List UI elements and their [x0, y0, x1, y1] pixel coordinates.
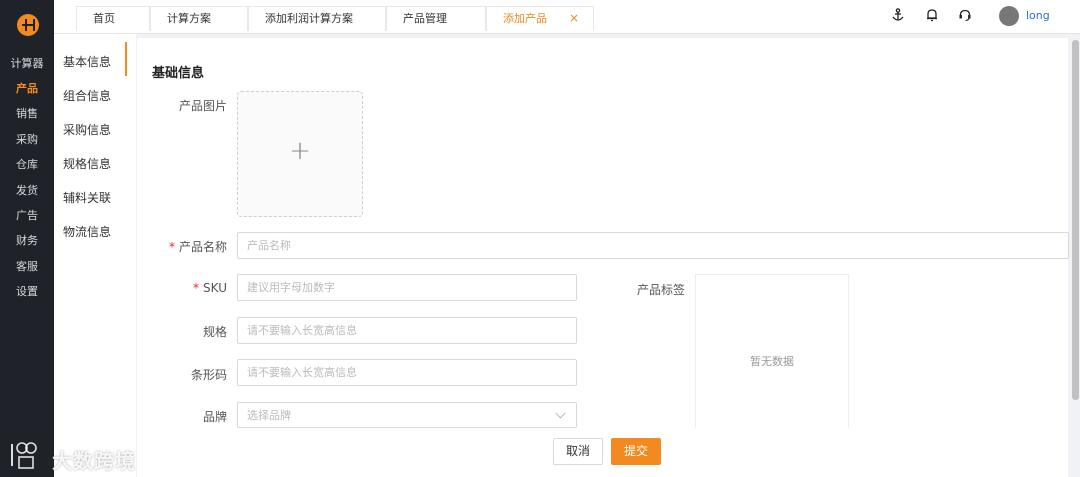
nav-item-settings[interactable]: 设置	[0, 285, 54, 299]
nav-item-sales[interactable]: 销售	[0, 107, 54, 121]
nav-item-warehouse[interactable]: 仓库	[0, 158, 54, 172]
side-item-combo-info[interactable]: 组合信息	[63, 87, 111, 104]
content-scrollbar[interactable]	[1072, 40, 1079, 400]
empty-text: 暂无数据	[750, 355, 794, 368]
sku-label: * SKU	[193, 281, 227, 295]
username-link[interactable]: long	[1026, 9, 1050, 22]
section-side-menu: 基本信息 组合信息 采购信息 规格信息 辅料关联 物流信息	[54, 34, 136, 477]
watermark-text: 大数跨境	[52, 449, 136, 473]
tab-add-product[interactable]: 添加产品 ×	[486, 6, 594, 31]
app-logo[interactable]	[17, 14, 39, 36]
nav-item-shipping[interactable]: 发货	[0, 184, 54, 198]
nav-item-purchase[interactable]: 采购	[0, 133, 54, 147]
barcode-input[interactable]: 请不要输入长宽高信息	[237, 359, 577, 386]
sku-input[interactable]: 建议用字母加数字	[237, 274, 577, 301]
product-name-label: * 产品名称	[168, 240, 227, 254]
close-icon[interactable]: ×	[569, 7, 579, 30]
side-item-spec-info[interactable]: 规格信息	[63, 155, 111, 172]
chevron-down-icon	[555, 408, 566, 419]
required-mark: *	[193, 281, 200, 295]
barcode-label: 条形码	[190, 368, 227, 382]
nav-item-ads[interactable]: 广告	[0, 209, 54, 223]
side-item-logistics-info[interactable]: 物流信息	[63, 223, 111, 240]
tab-calc-plan[interactable]: 计算方案	[150, 6, 248, 31]
left-nav: 计算器 产品 销售 采购 仓库 发货 广告 财务 客服 设置	[0, 0, 54, 477]
product-image-label: 产品图片	[178, 99, 227, 113]
nav-item-finance[interactable]: 财务	[0, 234, 54, 248]
cancel-button[interactable]: 取消	[553, 438, 603, 465]
avatar[interactable]	[999, 6, 1019, 26]
bell-icon[interactable]	[924, 8, 940, 24]
tab-home[interactable]: 首页	[76, 6, 150, 31]
product-tags-box[interactable]: 暂无数据	[695, 274, 849, 434]
product-image-upload[interactable]: +	[237, 91, 363, 217]
tab-product-management[interactable]: 产品管理	[386, 6, 486, 31]
brand-label: 品牌	[202, 410, 227, 424]
side-menu-active-indicator	[125, 42, 127, 76]
side-item-purchase-info[interactable]: 采购信息	[63, 121, 111, 138]
top-tab-bar: 首页 计算方案 添加利润计算方案 产品管理 添加产品 × long	[54, 0, 1080, 34]
side-item-accessory-link[interactable]: 辅料关联	[63, 189, 111, 206]
nav-item-customer-service[interactable]: 客服	[0, 260, 54, 274]
required-mark: *	[168, 240, 175, 254]
spec-input[interactable]: 请不要输入长宽高信息	[237, 317, 577, 344]
anchor-icon[interactable]	[890, 8, 906, 24]
spec-label: 规格	[202, 325, 227, 339]
plus-icon: +	[289, 136, 311, 166]
nav-item-calculator[interactable]: 计算器	[0, 57, 54, 71]
section-title: 基础信息	[152, 66, 205, 81]
product-tags-label: 产品标签	[636, 283, 685, 297]
brand-select[interactable]: 选择品牌	[237, 402, 577, 428]
product-name-input[interactable]: 产品名称	[237, 232, 1069, 259]
headset-icon[interactable]	[957, 8, 973, 24]
tab-add-profit-plan[interactable]: 添加利润计算方案	[248, 6, 386, 31]
nav-item-product[interactable]: 产品	[0, 82, 54, 96]
submit-button[interactable]: 提交	[611, 438, 661, 465]
watermark-logo-icon	[9, 440, 37, 470]
side-item-basic-info[interactable]: 基本信息	[63, 53, 111, 70]
